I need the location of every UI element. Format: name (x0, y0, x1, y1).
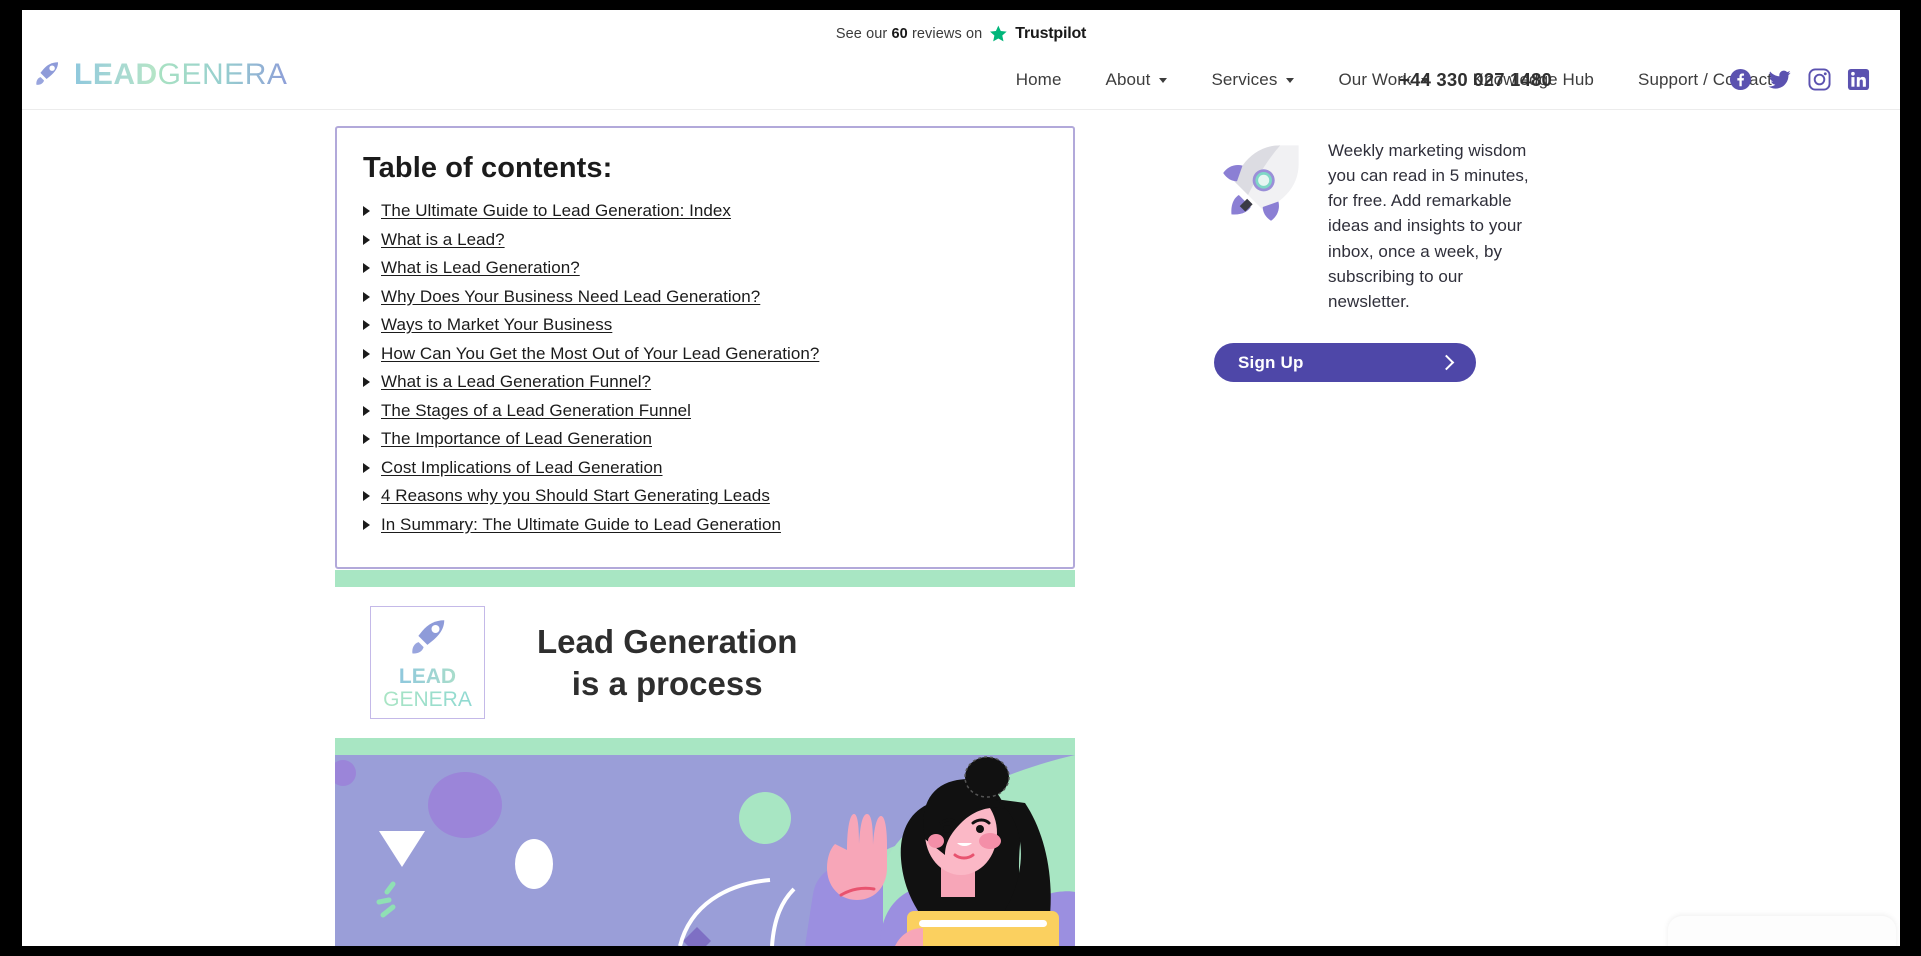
toc-title: Table of contents: (363, 152, 1047, 185)
signup-button-label: Sign Up (1238, 353, 1304, 373)
instagram-icon[interactable] (1808, 68, 1831, 91)
twitter-icon[interactable] (1768, 68, 1792, 91)
toc-link[interactable]: The Stages of a Lead Generation Funnel (381, 401, 691, 421)
chevron-down-icon (1286, 78, 1294, 83)
banner-logo-text-genera: GENERA (383, 689, 472, 711)
social-links (1729, 68, 1870, 91)
toc-link[interactable]: Cost Implications of Lead Generation (381, 458, 663, 478)
banner-heading-line-2: is a process (537, 663, 797, 705)
list-item[interactable]: How Can You Get the Most Out of Your Lea… (363, 344, 1047, 364)
toc-link[interactable]: What is a Lead? (381, 230, 505, 250)
list-item[interactable]: The Importance of Lead Generation (363, 429, 1047, 449)
rocket-icon (402, 614, 454, 664)
banner-heading: Lead Generation is a process (537, 621, 797, 704)
triangle-bullet-icon (363, 491, 370, 501)
list-item[interactable]: The Ultimate Guide to Lead Generation: I… (363, 201, 1047, 221)
toc-link[interactable]: The Importance of Lead Generation (381, 429, 652, 449)
list-item[interactable]: In Summary: The Ultimate Guide to Lead G… (363, 515, 1047, 535)
banner-accent-bar-bottom (335, 738, 1075, 755)
toc-link[interactable]: Why Does Your Business Need Lead Generat… (381, 287, 760, 307)
triangle-bullet-icon (363, 520, 370, 530)
trustpilot-rating[interactable]: See our 60 reviews on Trustpilot (836, 24, 1086, 43)
banner-accent-bar-top (335, 570, 1075, 587)
chevron-right-icon (1439, 355, 1455, 371)
list-item[interactable]: What is a Lead Generation Funnel? (363, 372, 1047, 392)
triangle-bullet-icon (363, 463, 370, 473)
triangle-bullet-icon (363, 406, 370, 416)
triangle-bullet-icon (363, 206, 370, 216)
triangle-bullet-icon (363, 263, 370, 273)
nav-item-home[interactable]: Home (994, 70, 1084, 90)
logo-text-lead: LEAD (74, 58, 158, 91)
triangle-bullet-icon (363, 377, 370, 387)
toc-link[interactable]: Ways to Market Your Business (381, 315, 612, 335)
nav-label: Home (1016, 70, 1062, 90)
top-utility-bar: See our 60 reviews on Trustpilot (22, 10, 1900, 51)
triangle-bullet-icon (363, 349, 370, 359)
header-phone-number[interactable]: +44 330 027 1480 (1399, 69, 1552, 91)
list-item[interactable]: Ways to Market Your Business (363, 315, 1047, 335)
logo-text-genera: GENERA (158, 58, 288, 91)
toc-link[interactable]: What is a Lead Generation Funnel? (381, 372, 651, 392)
list-item[interactable]: 4 Reasons why you Should Start Generatin… (363, 486, 1047, 506)
trustpilot-review-count: 60 (891, 26, 907, 42)
table-of-contents-box: Table of contents: The Ultimate Guide to… (335, 126, 1075, 569)
banner-heading-line-1: Lead Generation (537, 623, 797, 660)
main-navigation: Home About Services Our Work Knowledge H… (994, 50, 1794, 109)
list-item[interactable]: Why Does Your Business Need Lead Generat… (363, 287, 1047, 307)
site-header: LEADGENERA Home About Services Our Work … (22, 50, 1900, 110)
banner-logo-text-lead: LEAD (399, 666, 456, 687)
banner-logo-card: LEAD GENERA (370, 606, 485, 719)
chat-widget[interactable] (1668, 916, 1896, 946)
toc-link[interactable]: What is Lead Generation? (381, 258, 580, 278)
facebook-icon[interactable] (1729, 68, 1752, 91)
list-item[interactable]: What is a Lead? (363, 230, 1047, 250)
logo-wordmark: LEADGENERA (74, 60, 287, 90)
chevron-down-icon (1159, 78, 1167, 83)
triangle-bullet-icon (363, 292, 370, 302)
nav-label: Services (1211, 70, 1277, 90)
linkedin-icon[interactable] (1847, 68, 1870, 91)
newsletter-description: Weekly marketing wisdom you can read in … (1328, 138, 1544, 314)
star-icon (989, 24, 1008, 43)
toc-link[interactable]: How Can You Get the Most Out of Your Lea… (381, 344, 819, 364)
nav-item-services[interactable]: Services (1189, 70, 1316, 90)
lead-generation-banner: LEAD GENERA Lead Generation is a process (335, 587, 1075, 738)
nav-item-about[interactable]: About (1084, 70, 1190, 90)
list-item[interactable]: The Stages of a Lead Generation Funnel (363, 401, 1047, 421)
trustpilot-brand-label: Trustpilot (1015, 25, 1086, 43)
list-item[interactable]: What is Lead Generation? (363, 258, 1047, 278)
newsletter-signup-button[interactable]: Sign Up (1214, 343, 1476, 382)
site-logo[interactable]: LEADGENERA (30, 58, 287, 92)
toc-link[interactable]: 4 Reasons why you Should Start Generatin… (381, 486, 770, 506)
rocket-icon (30, 58, 64, 92)
triangle-bullet-icon (363, 434, 370, 444)
browser-viewport: See our 60 reviews on Trustpilot LEADGEN… (22, 10, 1900, 946)
toc-link[interactable]: In Summary: The Ultimate Guide to Lead G… (381, 515, 781, 535)
newsletter-signup-panel: Weekly marketing wisdom you can read in … (1214, 138, 1544, 382)
nav-label: About (1106, 70, 1151, 90)
waving-woman-illustration (335, 755, 1075, 946)
toc-link[interactable]: The Ultimate Guide to Lead Generation: I… (381, 201, 731, 221)
toc-list: The Ultimate Guide to Lead Generation: I… (363, 201, 1047, 535)
rocket-illustration (1214, 138, 1306, 230)
triangle-bullet-icon (363, 320, 370, 330)
list-item[interactable]: Cost Implications of Lead Generation (363, 458, 1047, 478)
triangle-bullet-icon (363, 235, 370, 245)
trustpilot-review-text: See our 60 reviews on (836, 26, 982, 42)
